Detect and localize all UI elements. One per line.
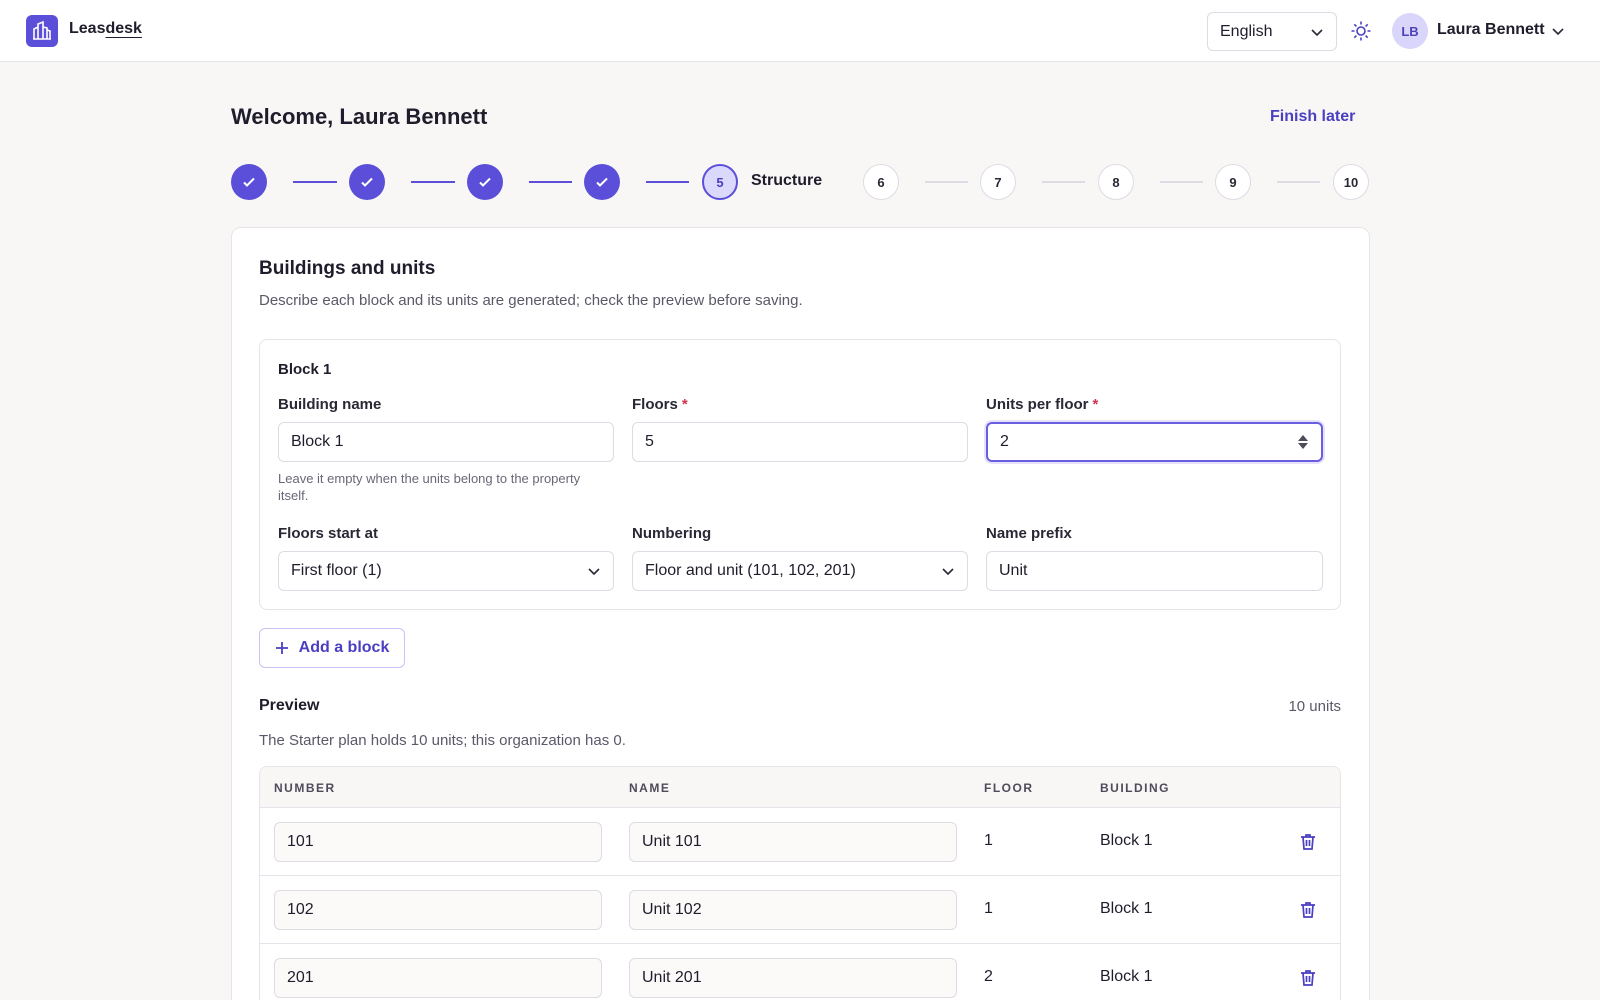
step-2-completed[interactable]	[349, 164, 385, 200]
sun-icon	[1351, 21, 1371, 41]
step-connector	[1160, 181, 1203, 183]
step-8[interactable]: 8	[1098, 164, 1134, 200]
unit-number-input[interactable]: 201	[274, 958, 602, 998]
numbering-value: Floor and unit (101, 102, 201)	[645, 562, 856, 579]
table-row: 201 Unit 201 2 Block 1	[260, 944, 1340, 1000]
page-title: Welcome, Laura Bennett	[231, 104, 488, 129]
name-prefix-input[interactable]: Unit	[986, 551, 1323, 591]
finish-later-button[interactable]: Finish later	[1270, 108, 1355, 126]
unit-floor: 1	[984, 832, 993, 849]
unit-number-value: 201	[287, 969, 314, 986]
step-9[interactable]: 9	[1215, 164, 1251, 200]
step-connector	[925, 181, 968, 183]
step-10[interactable]: 10	[1333, 164, 1369, 200]
add-block-label: Add a block	[298, 639, 390, 656]
step-6[interactable]: 6	[863, 164, 899, 200]
chevron-down-icon	[588, 568, 600, 576]
floors-value: 5	[645, 433, 654, 450]
section-description: Describe each block and its units are ge…	[259, 292, 803, 309]
building-icon[interactable]	[26, 15, 58, 47]
column-header-name[interactable]: NAME	[629, 781, 670, 795]
unit-name-value: Unit 102	[642, 901, 702, 918]
preview-unit-count: 10 units	[1288, 698, 1341, 715]
unit-name-input[interactable]: Unit 201	[629, 958, 957, 998]
step-1-completed[interactable]	[231, 164, 267, 200]
unit-floor: 2	[984, 968, 993, 985]
brand-name[interactable]: Leasdesk	[69, 20, 142, 38]
step-current[interactable]: 5	[702, 164, 738, 200]
step-current-label: Structure	[751, 172, 823, 189]
chevron-down-icon[interactable]	[1550, 23, 1566, 39]
column-header-floor[interactable]: FLOOR	[984, 781, 1034, 795]
unit-name-input[interactable]: Unit 101	[629, 822, 957, 862]
check-icon	[361, 177, 373, 187]
unit-number-input[interactable]: 101	[274, 822, 602, 862]
required-marker: *	[681, 396, 688, 413]
numbering-select[interactable]: Floor and unit (101, 102, 201)	[632, 551, 968, 591]
user-name[interactable]: Laura Bennett	[1437, 21, 1545, 39]
unit-building: Block 1	[1100, 900, 1153, 917]
column-header-building[interactable]: BUILDING	[1100, 781, 1170, 795]
trash-icon[interactable]	[1298, 968, 1318, 988]
step-connector	[1277, 181, 1320, 183]
chevron-down-icon	[1311, 28, 1323, 36]
building-name-input[interactable]: Block 1	[278, 422, 614, 462]
unit-building: Block 1	[1100, 968, 1153, 985]
building-name-label: Building name	[278, 396, 382, 413]
step-connector	[411, 181, 455, 183]
step-connector	[293, 181, 337, 183]
preview-table: NUMBER NAME FLOOR BUILDING 101 Unit 101 …	[259, 766, 1341, 1000]
language-value: English	[1220, 22, 1273, 40]
unit-name-value: Unit 101	[642, 833, 702, 850]
floors-start-select[interactable]: First floor (1)	[278, 551, 614, 591]
block-title: Block 1	[278, 361, 332, 378]
trash-icon[interactable]	[1298, 832, 1318, 852]
table-row: 102 Unit 102 1 Block 1	[260, 876, 1340, 944]
floors-input[interactable]: 5	[632, 422, 968, 462]
chevron-down-icon	[942, 568, 954, 576]
column-header-number[interactable]: NUMBER	[274, 781, 336, 795]
table-header: NUMBER NAME FLOOR BUILDING	[260, 767, 1340, 808]
step-3-completed[interactable]	[467, 164, 503, 200]
plus-icon	[275, 642, 288, 654]
floors-start-label: Floors start at	[278, 525, 379, 542]
units-per-floor-value: 2	[1000, 433, 1009, 450]
units-per-floor-label: Units per floor *	[986, 396, 1099, 413]
step-connector	[1042, 181, 1085, 183]
building-name-hint: Leave it empty when the units belong to …	[278, 471, 581, 503]
preview-title: Preview	[259, 697, 320, 714]
required-marker: *	[1092, 396, 1099, 413]
numbering-label: Numbering	[632, 525, 712, 542]
floors-label: Floors *	[632, 396, 688, 413]
building-name-value: Block 1	[291, 433, 344, 450]
unit-floor: 1	[984, 900, 993, 917]
step-7[interactable]: 7	[980, 164, 1016, 200]
unit-building: Block 1	[1100, 832, 1153, 849]
language-select[interactable]: English	[1207, 12, 1337, 51]
unit-number-input[interactable]: 102	[274, 890, 602, 930]
check-icon	[243, 177, 255, 187]
theme-toggle-button[interactable]	[1348, 18, 1374, 44]
table-row: 101 Unit 101 1 Block 1	[260, 808, 1340, 876]
add-block-button[interactable]: Add a block	[259, 628, 405, 668]
name-prefix-label: Name prefix	[986, 525, 1072, 542]
floors-start-value: First floor (1)	[291, 562, 382, 579]
step-4-completed[interactable]	[584, 164, 620, 200]
unit-number-value: 101	[287, 833, 314, 850]
step-connector	[646, 181, 689, 183]
name-prefix-value: Unit	[999, 562, 1028, 579]
check-icon	[479, 177, 491, 187]
units-per-floor-input[interactable]: 2	[986, 422, 1323, 462]
section-title: Buildings and units	[259, 258, 436, 279]
trash-icon[interactable]	[1298, 900, 1318, 920]
stepper-arrows-icon[interactable]	[1297, 433, 1309, 451]
preview-description: The Starter plan holds 10 units; this or…	[259, 732, 626, 749]
step-connector	[529, 181, 572, 183]
check-icon	[596, 177, 608, 187]
unit-name-input[interactable]: Unit 102	[629, 890, 957, 930]
top-bar: Leasdesk English LB Laura Bennett	[0, 0, 1600, 62]
avatar[interactable]: LB	[1392, 13, 1428, 49]
unit-number-value: 102	[287, 901, 314, 918]
unit-name-value: Unit 201	[642, 969, 702, 986]
